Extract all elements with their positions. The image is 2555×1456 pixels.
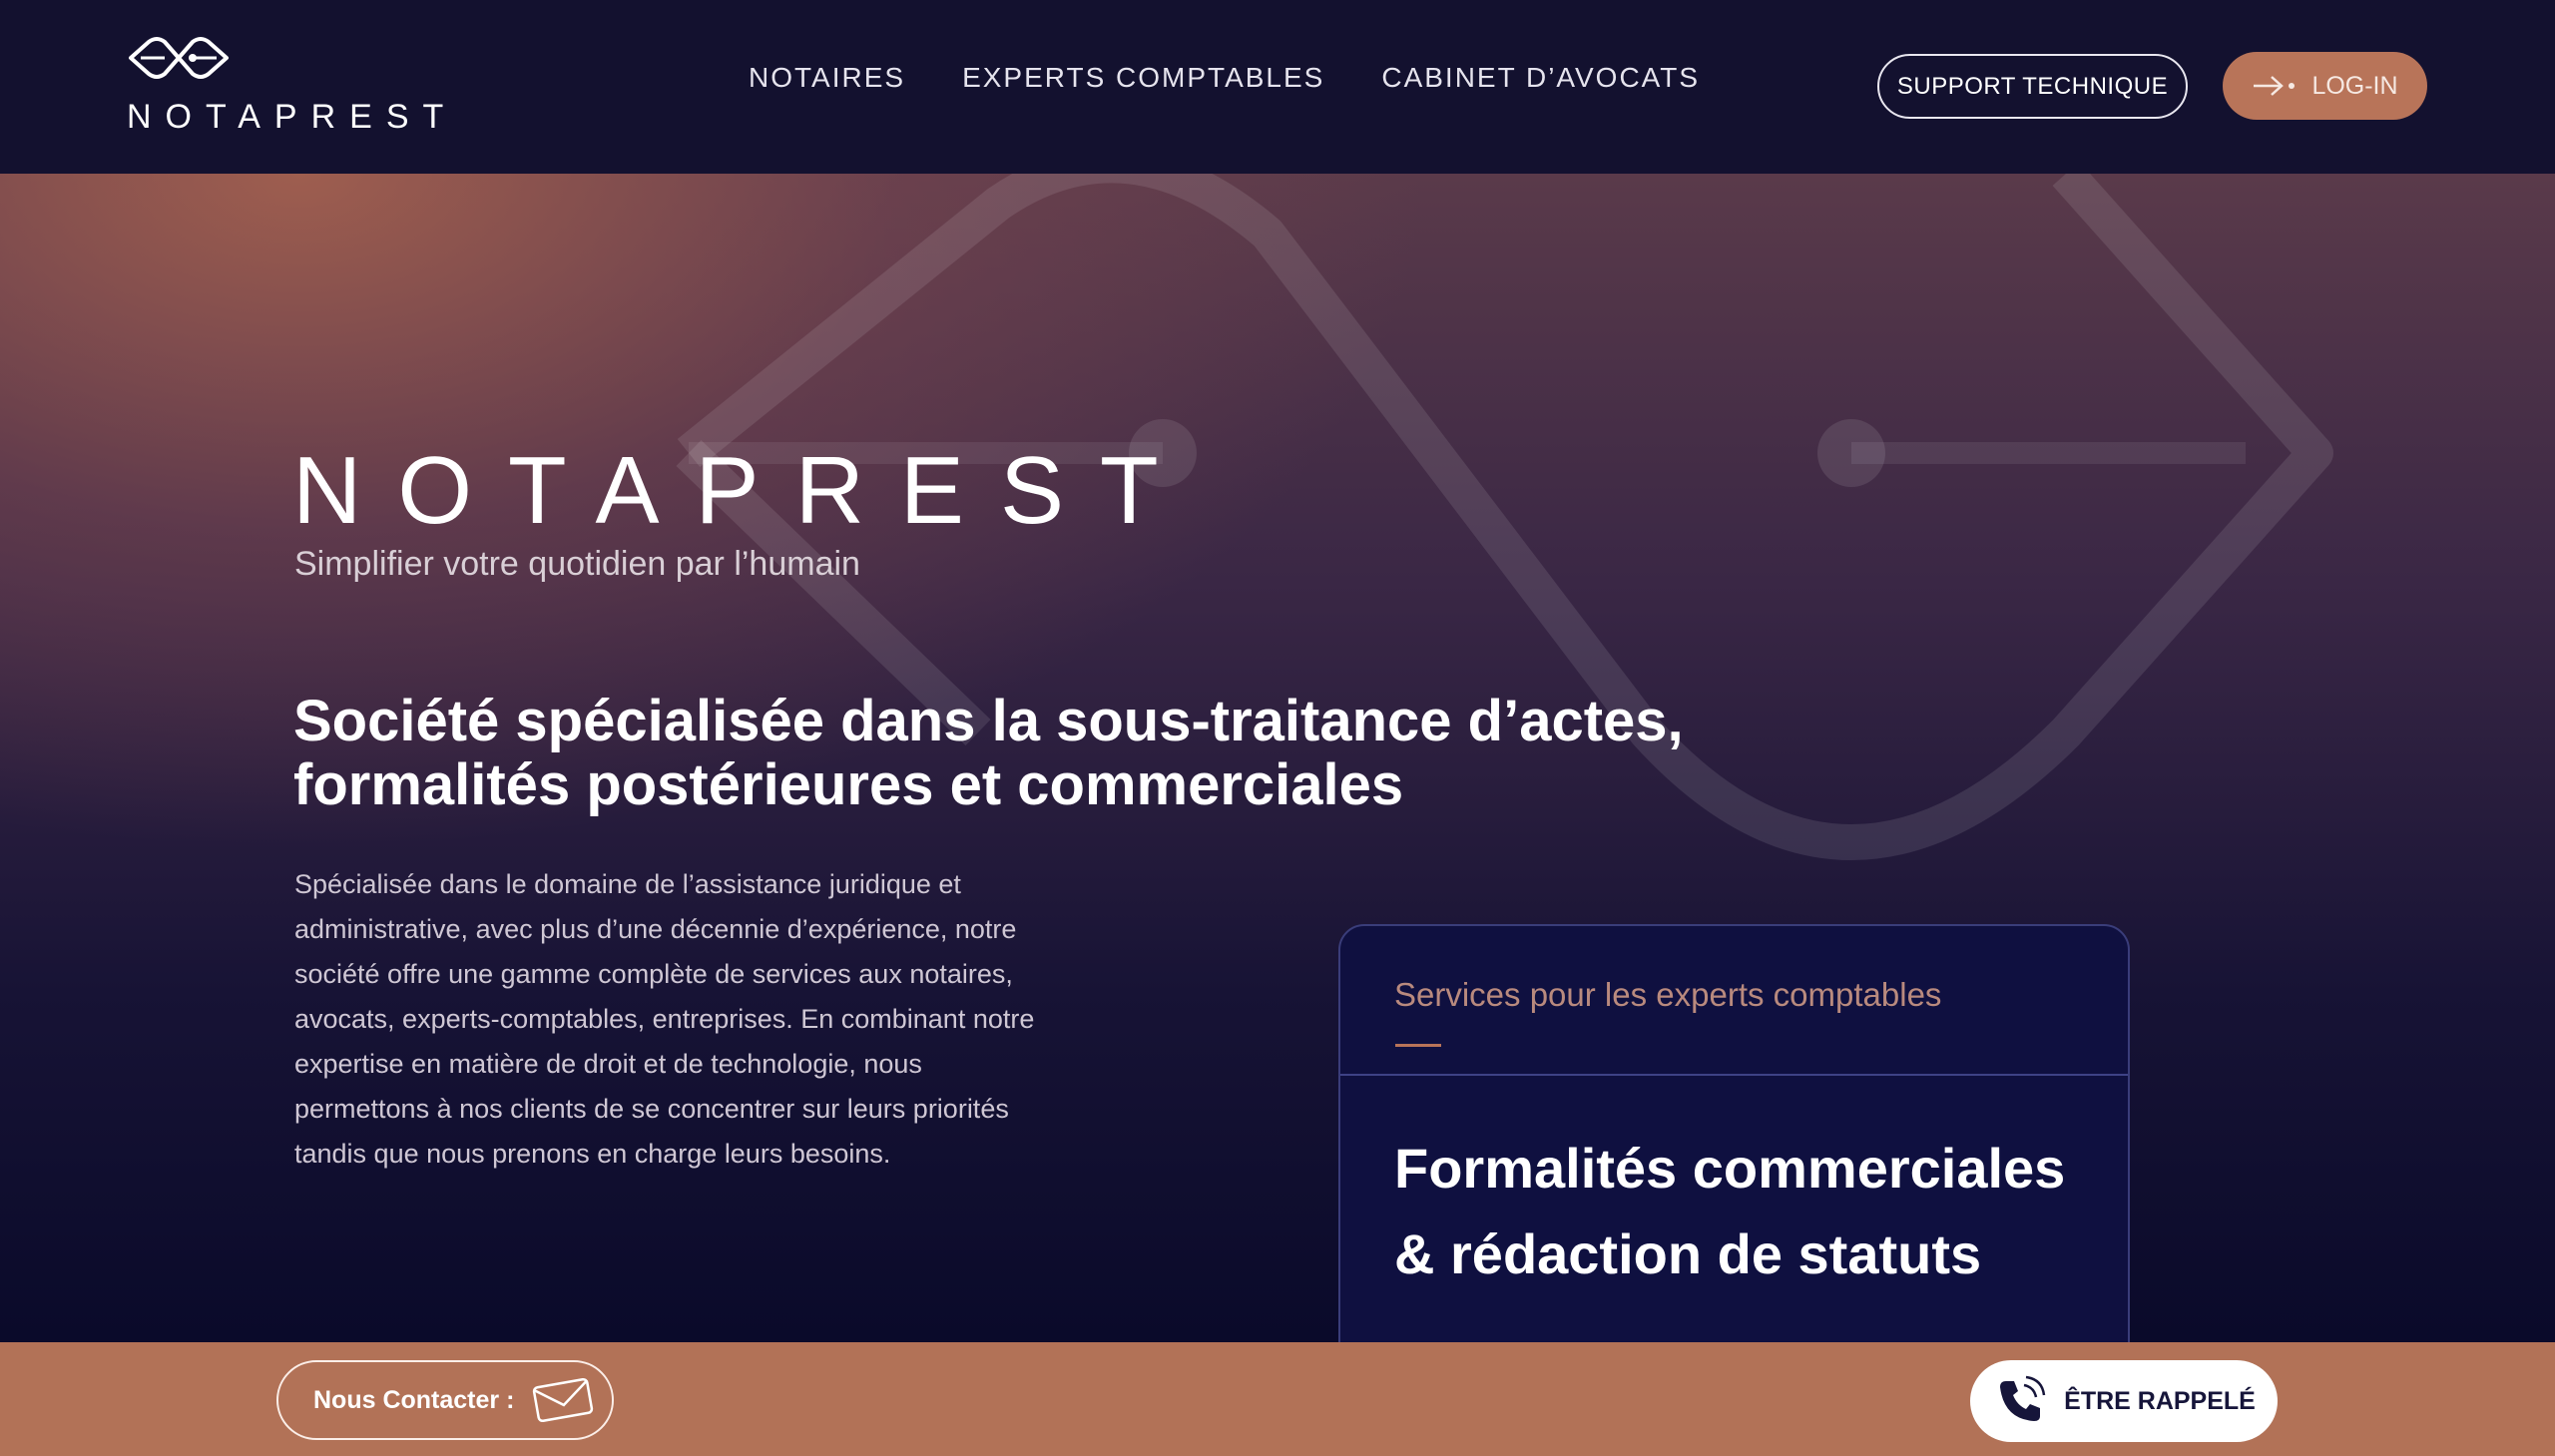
hero-brand-wordmark: NOTAPREST [292, 437, 1195, 544]
hero-description: Spécialisée dans le domaine de l’assista… [294, 869, 1035, 1169]
service-card-title: Formalités commerciales & rédaction de s… [1394, 1137, 2066, 1285]
nav-item-experts-comptables[interactable]: EXPERTS COMPTABLES [962, 62, 1324, 94]
site-logo[interactable]: NOTAPREST [127, 34, 446, 138]
callback-button-label: ÊTRE RAPPELÉ [2064, 1386, 2256, 1415]
envelope-icon [533, 1377, 594, 1423]
logo-wordmark: NOTAPREST [127, 98, 458, 136]
support-button[interactable]: SUPPORT TECHNIQUE [1877, 54, 2188, 119]
callback-button[interactable]: ÊTRE RAPPELÉ [1970, 1360, 2278, 1442]
main-nav: NOTAIRES EXPERTS COMPTABLES CABINET D’AV… [749, 62, 1700, 94]
support-button-label: SUPPORT TECHNIQUE [1896, 72, 2169, 100]
phone-icon [2000, 1375, 2046, 1421]
service-card[interactable]: Services pour les experts comptables For… [1338, 924, 2130, 1342]
sticky-contact-bar: Nous Contacter : ÊTRE RAPPELÉ [0, 1342, 2555, 1456]
notaprest-logo-icon [129, 37, 229, 79]
nav-item-cabinet-avocats[interactable]: CABINET D’AVOCATS [1381, 62, 1700, 94]
service-card-header: Services pour les experts comptables [1340, 926, 2128, 1076]
login-button-label: LOG-IN [2311, 71, 2398, 100]
hero-title: Société spécialisée dans la sous-traitan… [293, 689, 1684, 817]
service-card-label: Services pour les experts comptables [1394, 976, 1942, 1013]
service-card-accent-line [1395, 1044, 1441, 1047]
hero-tagline: Simplifier votre quotidien par l’humain [294, 545, 860, 583]
site-header: NOTAPREST NOTAIRES EXPERTS COMPTABLES CA… [0, 0, 2555, 174]
contact-button[interactable]: Nous Contacter : [276, 1360, 614, 1440]
nav-item-notaires[interactable]: NOTAIRES [749, 62, 905, 94]
contact-button-label: Nous Contacter : [313, 1385, 515, 1414]
login-button[interactable]: LOG-IN [2223, 52, 2427, 120]
login-arrow-icon [2254, 76, 2296, 96]
hero-section: NOTAPREST Simplifier votre quotidien par… [0, 174, 2555, 1342]
